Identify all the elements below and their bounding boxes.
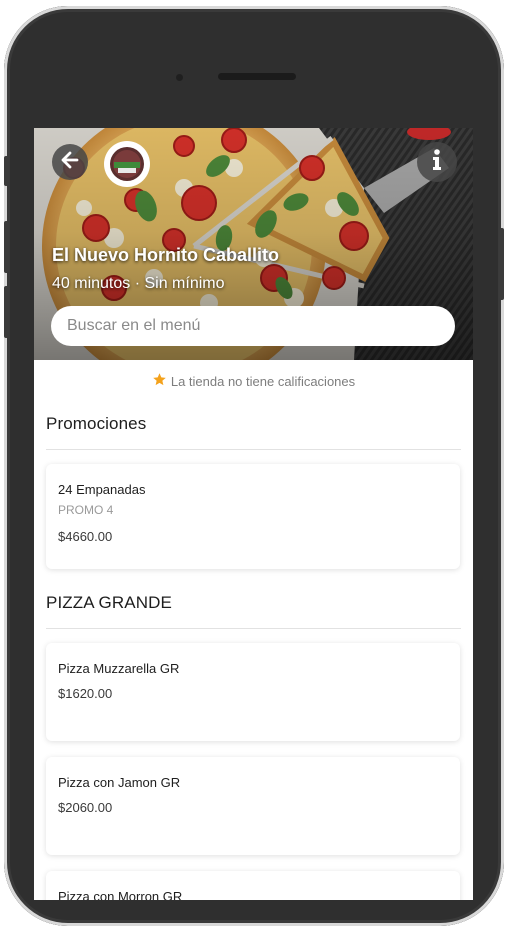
info-icon [430,148,444,176]
mute-switch [4,156,9,186]
menu-item-name: Pizza con Morron GR [58,889,183,900]
power-button [499,228,504,300]
store-delivery-info: 40 minutos · Sin mínimo [52,275,225,292]
store-header: El Nuevo Hornito Caballito 40 minutos · … [34,128,473,360]
arrow-left-icon [60,150,80,175]
store-name: El Nuevo Hornito Caballito [52,245,280,265]
rating-text: La tienda no tiene calificaciones [170,373,356,389]
volume-down-button [4,286,9,338]
back-button[interactable] [52,144,88,180]
menu-item-price: $2060.00 [58,800,113,815]
earpiece-speaker [218,73,296,80]
section-divider [46,449,461,450]
menu-item-card[interactable]: Pizza con Morron GR [46,871,460,900]
store-logo [104,141,150,187]
store-rating: La tienda no tiene calificaciones [34,360,473,402]
info-button[interactable] [417,142,457,182]
section-divider [46,628,461,629]
menu-item-name: 24 Empanadas [58,482,146,497]
menu-item-subtitle: PROMO 4 [58,503,114,517]
front-camera [176,74,183,81]
menu-item-card[interactable]: 24 Empanadas PROMO 4 $4660.00 [46,464,460,569]
app-screen: El Nuevo Hornito Caballito 40 minutos · … [34,128,473,900]
menu-item-price: $1620.00 [58,686,113,701]
volume-up-button [4,221,9,273]
menu-search-input[interactable] [51,306,455,346]
star-icon [152,372,171,390]
section-title-promociones: Promociones [46,414,147,433]
section-title-pizza-grande: PIZZA GRANDE [46,593,172,612]
menu-item-name: Pizza con Jamon GR [58,775,181,790]
menu-item-name: Pizza Muzzarella GR [58,661,180,676]
menu-item-card[interactable]: Pizza con Jamon GR $2060.00 [46,757,460,855]
menu-item-price: $4660.00 [58,529,113,544]
menu-item-card[interactable]: Pizza Muzzarella GR $1620.00 [46,643,460,741]
